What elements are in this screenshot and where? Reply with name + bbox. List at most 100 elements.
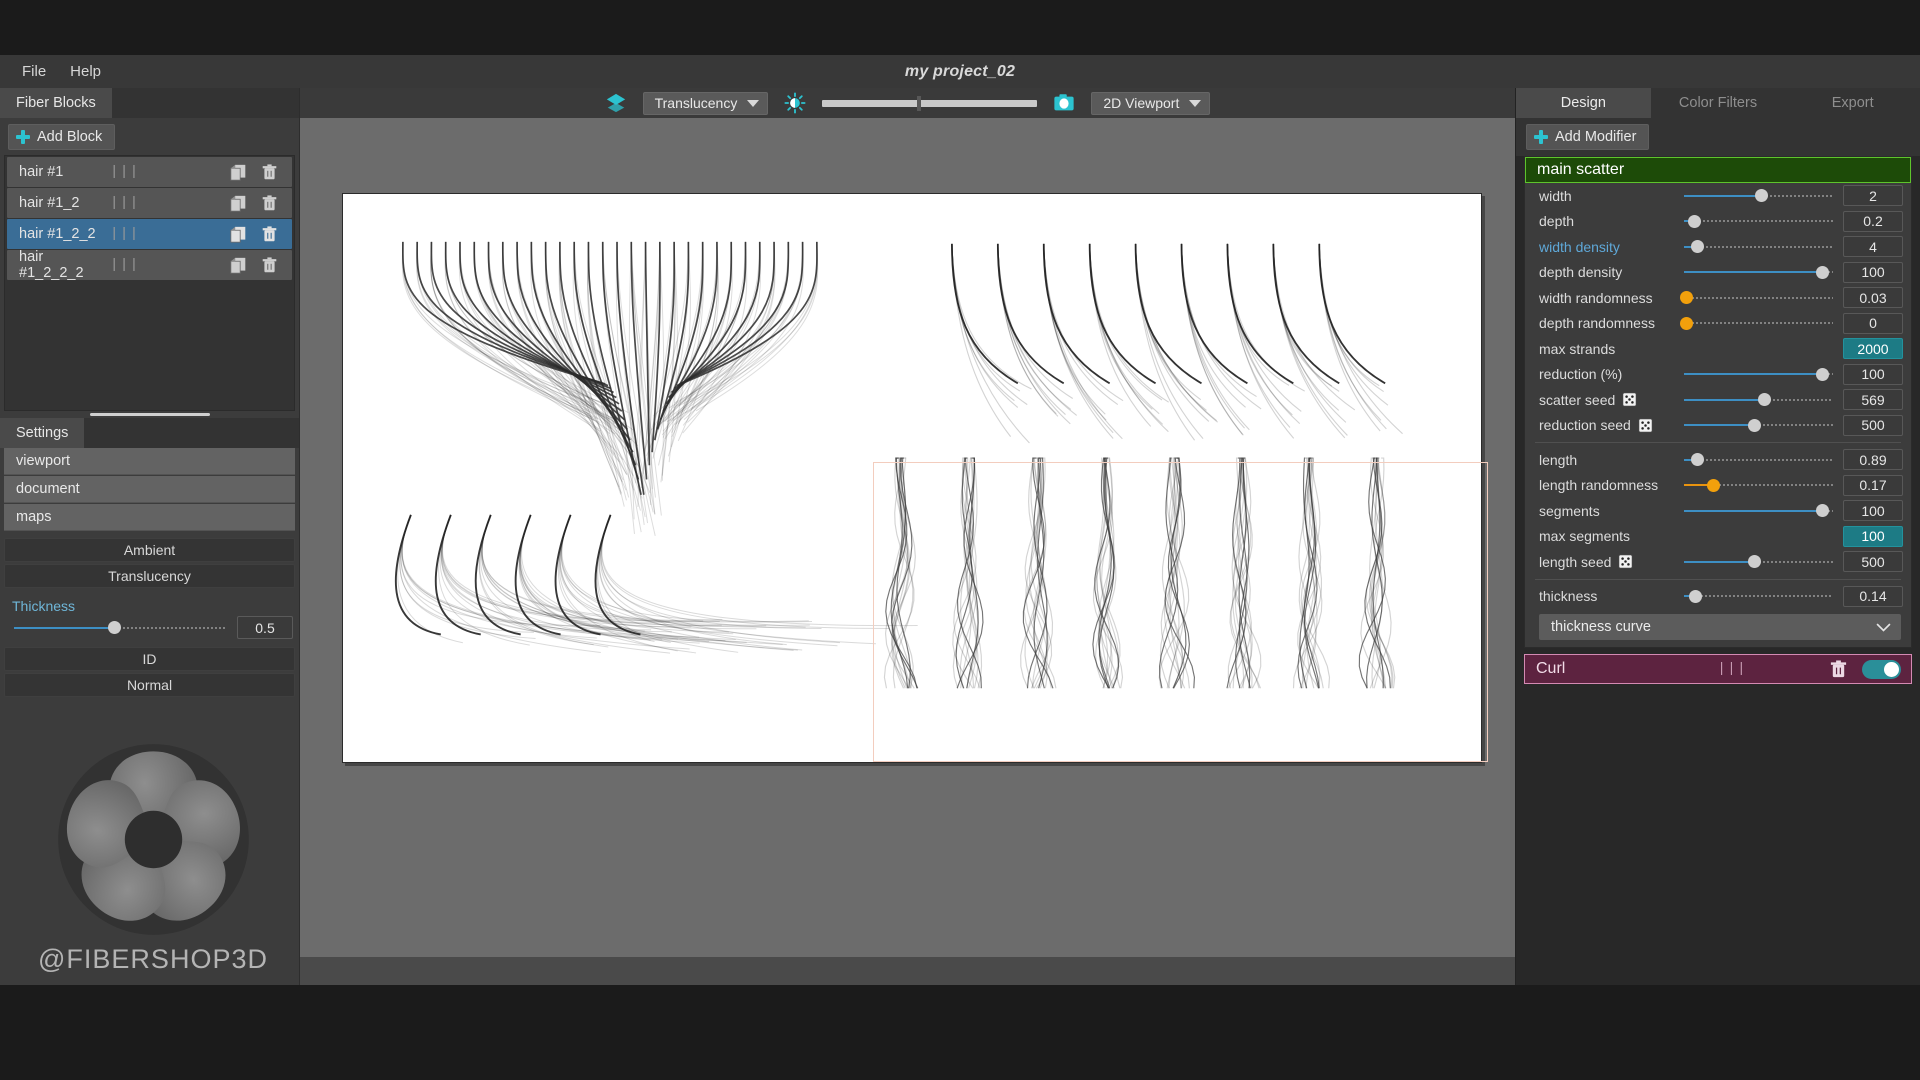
param-slider[interactable] xyxy=(1684,415,1833,435)
param-value-field[interactable]: 2000 xyxy=(1843,338,1903,359)
settings-item-document[interactable]: document xyxy=(4,476,295,503)
param-slider[interactable] xyxy=(1684,313,1833,333)
delete-icon[interactable] xyxy=(261,164,278,181)
param-value-field[interactable]: 0 xyxy=(1843,313,1903,334)
modifier-stack[interactable]: main scatter width2depth0.2width density… xyxy=(1516,156,1920,985)
add-modifier-button[interactable]: Add Modifier xyxy=(1526,124,1649,150)
modifier-enable-toggle[interactable] xyxy=(1862,660,1901,679)
layers-icon[interactable] xyxy=(605,92,627,114)
param-value-field[interactable]: 100 xyxy=(1843,500,1903,521)
duplicate-icon[interactable] xyxy=(230,164,247,181)
fiber-block-list[interactable]: hair #1 ||| hair #1_2 ||| xyxy=(4,155,295,411)
thickness-curve-button[interactable]: thickness curve xyxy=(1539,614,1901,640)
duplicate-icon[interactable] xyxy=(230,226,247,243)
param-value-field[interactable]: 0.89 xyxy=(1843,449,1903,470)
drag-handle-icon[interactable]: ||| xyxy=(1717,661,1747,677)
tab-color-filters[interactable]: Color Filters xyxy=(1651,88,1786,118)
map-button-translucency[interactable]: Translucency xyxy=(4,564,295,588)
tab-export[interactable]: Export xyxy=(1785,88,1920,118)
param-value-field[interactable]: 2 xyxy=(1843,185,1903,206)
render-canvas[interactable] xyxy=(342,193,1482,763)
param-value-field[interactable]: 100 xyxy=(1843,526,1903,547)
param-slider[interactable] xyxy=(1684,501,1833,521)
param-slider[interactable] xyxy=(1684,364,1833,384)
tab-fiber-blocks[interactable]: Fiber Blocks xyxy=(0,88,112,118)
add-block-button[interactable]: Add Block xyxy=(8,124,115,150)
brightness-slider-knob[interactable] xyxy=(917,96,921,111)
slider-knob[interactable] xyxy=(1688,215,1701,228)
param-slider[interactable] xyxy=(1684,237,1833,257)
slider-knob[interactable] xyxy=(1748,555,1761,568)
drag-handle-icon[interactable]: ||| xyxy=(110,195,230,211)
slider-knob[interactable] xyxy=(1758,393,1771,406)
duplicate-icon[interactable] xyxy=(230,195,247,212)
modifier-header-main-scatter[interactable]: main scatter xyxy=(1525,157,1911,183)
drag-handle-icon[interactable]: ||| xyxy=(110,164,230,180)
param-slider[interactable] xyxy=(1684,450,1833,470)
menu-file[interactable]: File xyxy=(10,59,58,84)
dice-icon[interactable] xyxy=(1618,554,1633,569)
slider-knob[interactable] xyxy=(1755,189,1768,202)
param-value-field[interactable]: 569 xyxy=(1843,389,1903,410)
tab-design[interactable]: Design xyxy=(1516,88,1651,118)
duplicate-icon[interactable] xyxy=(230,257,247,274)
map-button-normal[interactable]: Normal xyxy=(4,673,295,697)
param-value-field[interactable]: 0.03 xyxy=(1843,287,1903,308)
block-row-3[interactable]: hair #1_2_2_2 ||| xyxy=(7,250,292,280)
param-slider[interactable] xyxy=(1684,211,1833,231)
slider-knob[interactable] xyxy=(1691,240,1704,253)
map-button-id[interactable]: ID xyxy=(4,647,295,671)
param-slider[interactable] xyxy=(1684,475,1833,495)
param-slider[interactable] xyxy=(1684,288,1833,308)
slider-knob[interactable] xyxy=(1680,317,1693,330)
param-value-field[interactable]: 500 xyxy=(1843,551,1903,572)
param-slider[interactable] xyxy=(1684,586,1833,606)
slider-knob[interactable] xyxy=(1816,266,1829,279)
block-row-0[interactable]: hair #1 ||| xyxy=(7,157,292,187)
param-value-field[interactable]: 100 xyxy=(1843,364,1903,385)
brightness-slider[interactable] xyxy=(822,100,1037,107)
param-value-field[interactable]: 0.2 xyxy=(1843,211,1903,232)
view-mode-dropdown[interactable]: 2D Viewport xyxy=(1091,92,1210,115)
settings-item-maps[interactable]: maps xyxy=(4,504,295,531)
tab-settings[interactable]: Settings xyxy=(0,418,84,448)
slider-knob[interactable] xyxy=(1689,590,1702,603)
param-slider[interactable] xyxy=(1684,186,1833,206)
modifier-header-curl[interactable]: Curl ||| xyxy=(1524,654,1912,684)
param-value-field[interactable]: 4 xyxy=(1843,236,1903,257)
delete-icon[interactable] xyxy=(1829,660,1848,679)
dice-icon[interactable] xyxy=(1622,392,1637,407)
slider-knob[interactable] xyxy=(1691,453,1704,466)
slider-knob[interactable] xyxy=(1816,368,1829,381)
camera-icon[interactable] xyxy=(1053,92,1075,114)
drag-handle-icon[interactable]: ||| xyxy=(110,226,230,242)
viewport[interactable] xyxy=(300,118,1515,957)
param-slider[interactable] xyxy=(1684,262,1833,282)
map-button-ambient[interactable]: Ambient xyxy=(4,538,295,562)
block-row-2[interactable]: hair #1_2_2 ||| xyxy=(7,219,292,249)
thickness-slider[interactable] xyxy=(14,618,227,638)
param-value-field[interactable]: 0.17 xyxy=(1843,475,1903,496)
slider-knob[interactable] xyxy=(108,621,121,634)
shading-mode-dropdown[interactable]: Translucency xyxy=(643,92,769,115)
slider-knob[interactable] xyxy=(1680,291,1693,304)
slider-knob[interactable] xyxy=(1707,479,1720,492)
settings-item-viewport[interactable]: viewport xyxy=(4,448,295,475)
slider-knob[interactable] xyxy=(1816,504,1829,517)
param-slider[interactable] xyxy=(1684,390,1833,410)
panel-splitter[interactable] xyxy=(0,411,299,418)
slider-knob[interactable] xyxy=(1748,419,1761,432)
param-value-field[interactable]: 500 xyxy=(1843,415,1903,436)
param-value-field[interactable]: 0.14 xyxy=(1843,586,1903,607)
splitter-handle[interactable] xyxy=(90,413,210,416)
brightness-icon[interactable] xyxy=(784,92,806,114)
drag-handle-icon[interactable]: ||| xyxy=(110,257,230,273)
menu-help[interactable]: Help xyxy=(58,59,113,84)
delete-icon[interactable] xyxy=(261,195,278,212)
param-slider[interactable] xyxy=(1684,552,1833,572)
block-row-1[interactable]: hair #1_2 ||| xyxy=(7,188,292,218)
dice-icon[interactable] xyxy=(1638,418,1653,433)
thickness-value[interactable]: 0.5 xyxy=(237,616,293,639)
delete-icon[interactable] xyxy=(261,226,278,243)
param-value-field[interactable]: 100 xyxy=(1843,262,1903,283)
